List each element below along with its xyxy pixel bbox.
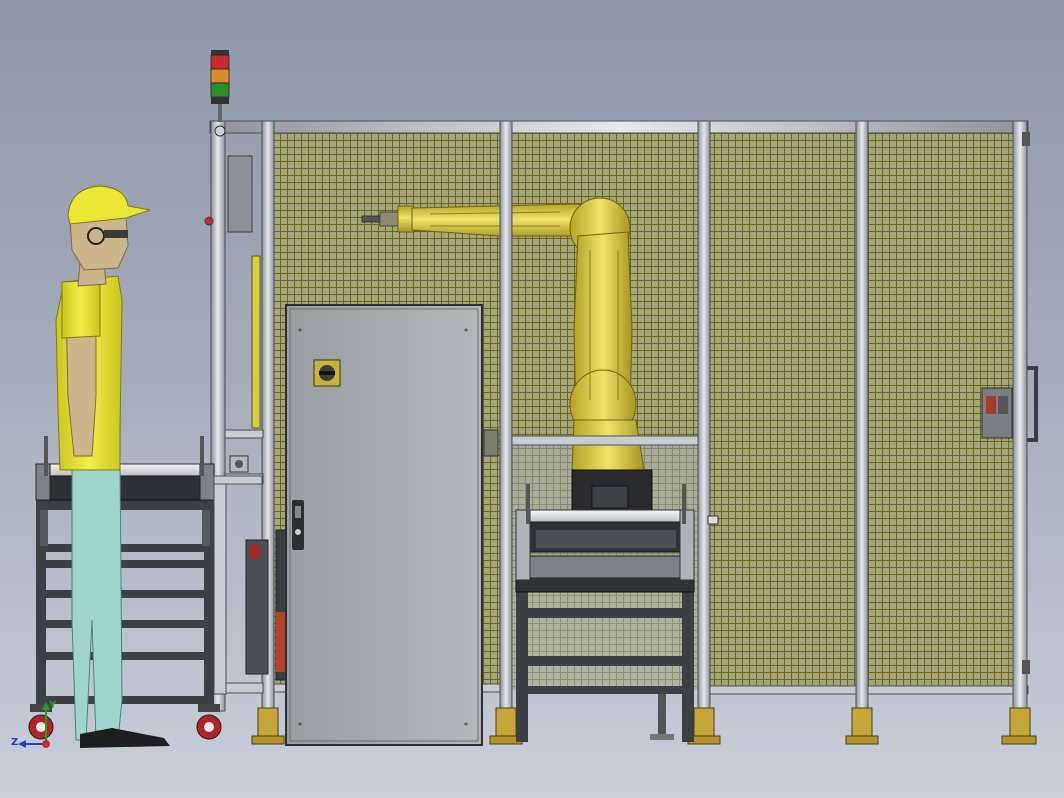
coordinate-triad-icon xyxy=(18,702,50,748)
axis-y-label: Y xyxy=(49,700,57,711)
axis-z-label: Z xyxy=(11,737,19,748)
cad-3d-viewport[interactable]: Y Z xyxy=(0,0,1064,798)
